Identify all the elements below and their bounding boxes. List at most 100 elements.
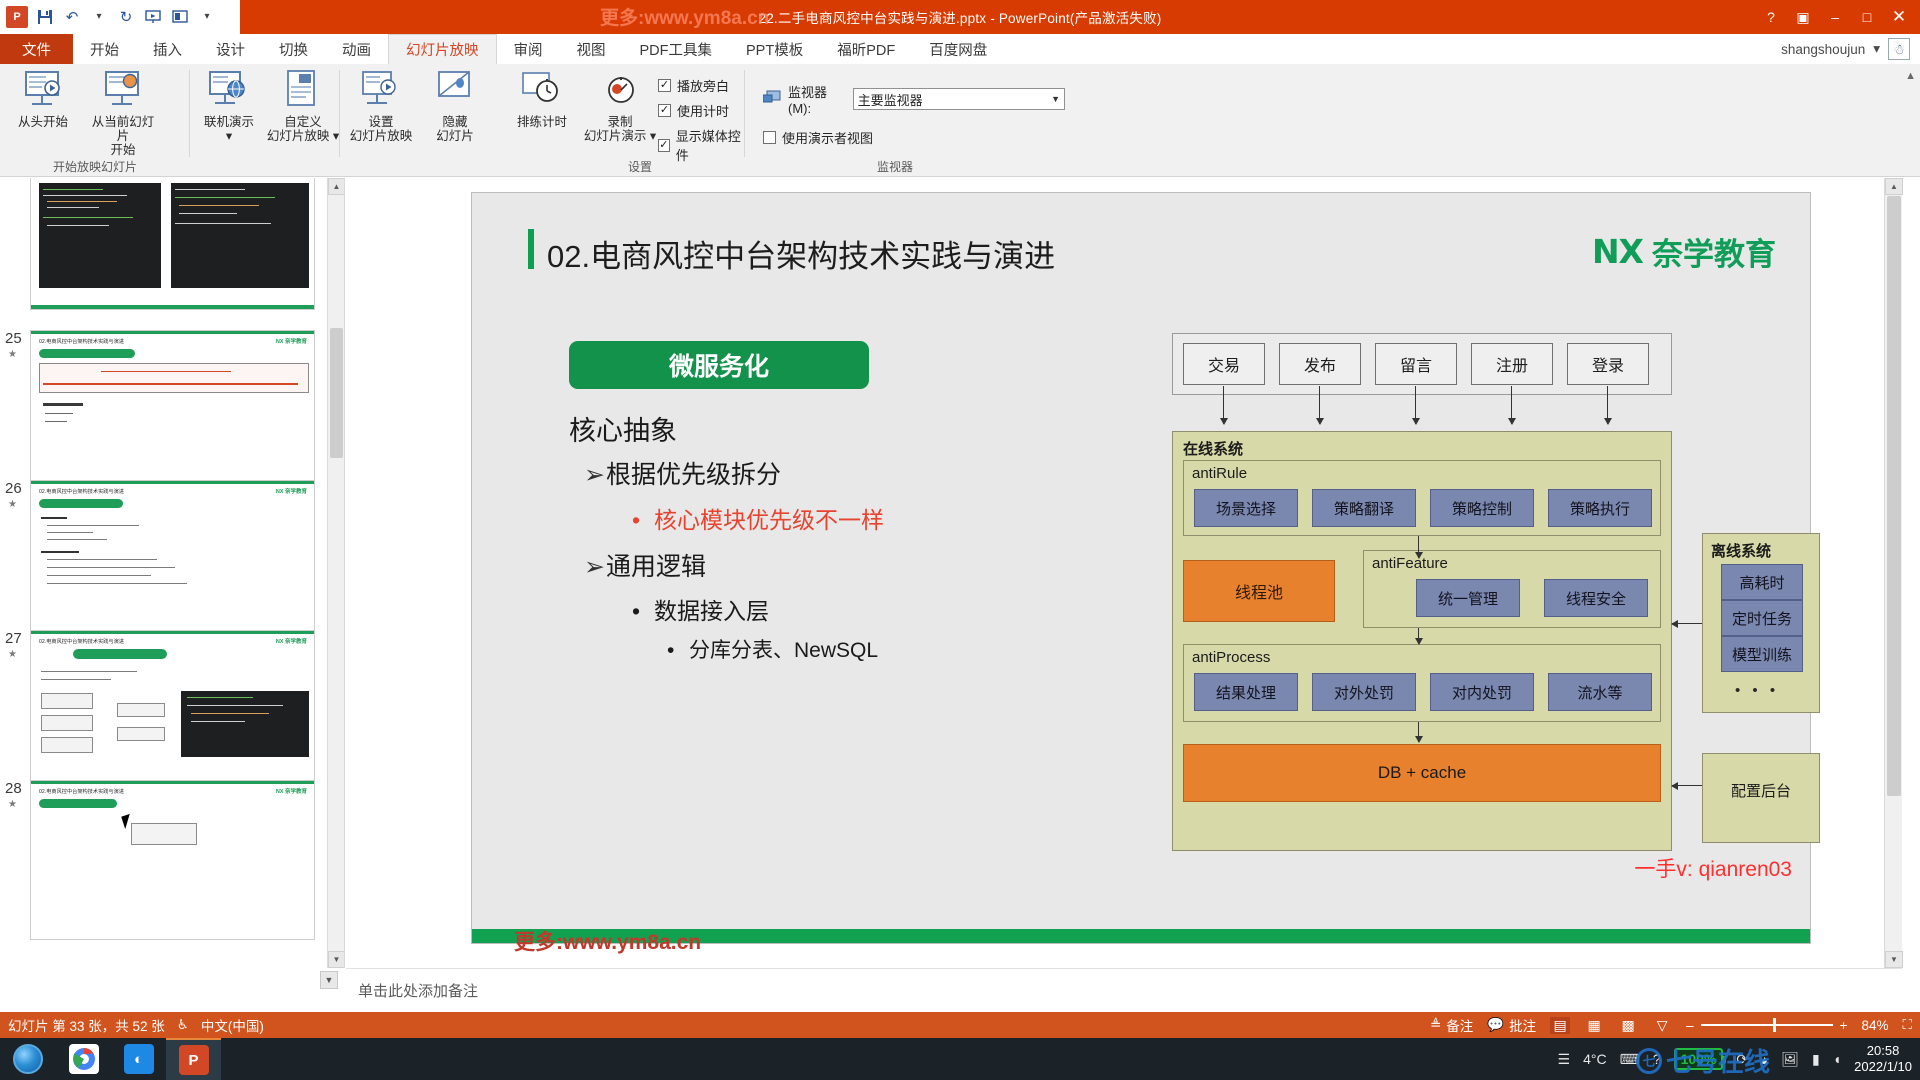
scrollbar-thumb[interactable]: [330, 328, 343, 458]
slide-thumbnail[interactable]: 02.电商风控中台架构技术实践与演进 NX 奈学教育: [30, 630, 315, 790]
close-button[interactable]: ✕: [1884, 4, 1914, 30]
slide-thumbnail[interactable]: 02.电商风控中台架构技术实践与演进 NX 奈学教育: [30, 480, 315, 640]
list-item[interactable]: 24 ★ 02.电商风控中台架构技术实践与演进 NX 奈学教育: [30, 178, 315, 310]
zoom-out-button[interactable]: –: [1686, 1018, 1694, 1033]
slide-thumbnail[interactable]: 02.电商风控中台架构技术实践与演进 NX 奈学教育: [30, 780, 315, 940]
mini-code-line: [43, 217, 133, 218]
ribbon-tabs[interactable]: 文件 开始 插入 设计 切换 动画 幻灯片放映 审阅 视图 PDF工具集 PPT…: [0, 34, 1920, 64]
zoom-track[interactable]: [1701, 1024, 1833, 1026]
start-button[interactable]: [0, 1038, 56, 1080]
setup-slideshow-button[interactable]: 设置 幻灯片放映: [344, 69, 418, 143]
fit-to-window-button[interactable]: ⛶: [1903, 1017, 1912, 1033]
redo-icon[interactable]: ↻: [116, 7, 136, 27]
list-item[interactable]: 27 ★ 02.电商风控中台架构技术实践与演进 NX 奈学教育: [30, 630, 315, 790]
ribbon-display-options-icon[interactable]: ▣: [1788, 4, 1818, 30]
config-backend-box: 配置后台: [1702, 753, 1820, 843]
user-dropdown-icon[interactable]: ▾: [1873, 41, 1880, 57]
notes-collapse-button[interactable]: ▼: [320, 971, 338, 989]
start-from-beginning-button[interactable]: 从头开始: [6, 69, 80, 129]
tab-animations[interactable]: 动画: [325, 34, 388, 64]
arrow-down: [1418, 722, 1419, 742]
network-icon[interactable]: ▮: [1812, 1051, 1820, 1068]
undo-icon[interactable]: ↶: [62, 7, 82, 27]
taskbar-item-powerpoint[interactable]: P: [166, 1038, 221, 1080]
tab-foxit-pdf[interactable]: 福昕PDF: [820, 34, 912, 64]
slide-thumbnail[interactable]: 02.电商风控中台架构技术实践与演进 NX 奈学教育: [30, 330, 315, 490]
clock[interactable]: 20:58 2022/1/10: [1854, 1043, 1912, 1076]
present-online-button[interactable]: 联机演示 ▾: [192, 69, 266, 143]
slide-canvas[interactable]: 02.电商风控中台架构技术实践与演进 NX 奈学教育 微服务化 核心抽象 ➢根据…: [471, 192, 1811, 944]
slide-thumbnail[interactable]: 02.电商风控中台架构技术实践与演进 NX 奈学教育: [30, 178, 315, 310]
volume-icon[interactable]: ◖: [1833, 1051, 1841, 1067]
hide-slide-button[interactable]: 隐藏 幻灯片: [418, 69, 492, 143]
thumbnail-scrollbar[interactable]: ▲ ▼: [327, 178, 344, 968]
collapse-ribbon-icon[interactable]: ▲: [1905, 70, 1916, 82]
stage-scrollbar[interactable]: ▲ ▼: [1884, 178, 1902, 968]
zoom-in-button[interactable]: +: [1840, 1018, 1848, 1033]
checkbox-use-timings[interactable]: ✓ 使用计时: [658, 101, 745, 120]
save-icon[interactable]: [35, 7, 55, 27]
record-slideshow-button[interactable]: 录制 幻灯片演示 ▾: [583, 69, 657, 143]
undo-dropdown-icon[interactable]: ▾: [89, 7, 109, 27]
checkbox-box[interactable]: ✓: [658, 139, 670, 152]
scroll-up-arrow-icon[interactable]: ▲: [1885, 178, 1903, 195]
minimize-button[interactable]: –: [1820, 4, 1850, 30]
rehearse-timings-button[interactable]: 排练计时: [505, 69, 579, 129]
list-item[interactable]: 28 ★ 02.电商风控中台架构技术实践与演进 NX 奈学教育: [30, 780, 315, 940]
taskbar-item-chrome[interactable]: [56, 1038, 111, 1080]
scroll-down-arrow-icon[interactable]: ▼: [1885, 951, 1903, 968]
checkbox-presenter-view[interactable]: 使用演示者视图: [763, 128, 1065, 147]
slide-sorter-view-button[interactable]: ▦: [1584, 1017, 1604, 1034]
accessibility-icon[interactable]: ♿: [177, 1017, 189, 1033]
tab-pdf-tools[interactable]: PDF工具集: [623, 34, 730, 64]
normal-view-button[interactable]: ▤: [1550, 1017, 1570, 1034]
notes-button[interactable]: ≜ 备注: [1430, 1015, 1473, 1035]
custom-slideshow-button[interactable]: 自定义 幻灯片放映 ▾: [266, 69, 340, 143]
tab-baidu-netdisk[interactable]: 百度网盘: [912, 34, 1004, 64]
taskbar-item-app-blue[interactable]: ◐: [111, 1038, 166, 1080]
list-item[interactable]: 25 ★ 02.电商风控中台架构技术实践与演进 NX 奈学教育: [30, 330, 315, 490]
start-presentation-icon[interactable]: [143, 7, 163, 27]
language-indicator[interactable]: 中文(中国): [201, 1015, 264, 1035]
user-account[interactable]: shangshoujun ▾ ☃: [1781, 34, 1910, 64]
window-controls[interactable]: ? ▣ – □ ✕: [1756, 0, 1920, 34]
checkbox-box[interactable]: ✓: [658, 79, 671, 92]
checkbox-box[interactable]: [763, 131, 776, 144]
checkbox-box[interactable]: ✓: [658, 104, 671, 117]
custom-slideshow-icon: [280, 69, 326, 113]
tab-insert[interactable]: 插入: [136, 34, 199, 64]
tab-transitions[interactable]: 切换: [262, 34, 325, 64]
tab-review[interactable]: 审阅: [497, 34, 560, 64]
chevron-down-icon[interactable]: ▼: [1051, 94, 1060, 104]
checkbox-play-narrations[interactable]: ✓ 播放旁白: [658, 76, 745, 95]
custom-view-icon[interactable]: [170, 7, 190, 27]
tab-file[interactable]: 文件: [0, 34, 73, 64]
reading-view-button[interactable]: ▩: [1618, 1017, 1638, 1034]
comments-button[interactable]: 💬 批注: [1487, 1015, 1536, 1035]
tab-design[interactable]: 设计: [199, 34, 262, 64]
tab-view[interactable]: 视图: [560, 34, 623, 64]
scroll-up-arrow-icon[interactable]: ▲: [328, 178, 345, 195]
slideshow-checkbox-group: ✓ 播放旁白 ✓ 使用计时 ✓ 显示媒体控件: [658, 76, 745, 170]
list-item[interactable]: 26 ★ 02.电商风控中台架构技术实践与演进 NX 奈学教育: [30, 480, 315, 640]
zoom-slider[interactable]: – +: [1686, 1018, 1847, 1033]
quick-access-toolbar[interactable]: P ↶ ▾ ↻ ▾: [0, 0, 240, 34]
help-icon[interactable]: ?: [1756, 4, 1786, 30]
zoom-knob[interactable]: [1773, 1018, 1776, 1032]
scrollbar-thumb[interactable]: [1887, 196, 1901, 796]
tab-home[interactable]: 开始: [73, 34, 136, 64]
customize-qat-dropdown-icon[interactable]: ▾: [197, 7, 217, 27]
scroll-down-arrow-icon[interactable]: ▼: [328, 951, 345, 968]
tab-slideshow[interactable]: 幻灯片放映: [388, 34, 497, 64]
maximize-button[interactable]: □: [1852, 4, 1882, 30]
section-banner: 微服务化: [569, 341, 869, 389]
slideshow-view-button[interactable]: ▽: [1652, 1017, 1672, 1034]
photos-icon[interactable]: 🖼: [1781, 1051, 1799, 1068]
weather-menu-icon[interactable]: ☰: [1558, 1051, 1571, 1068]
avatar[interactable]: ☃: [1888, 38, 1910, 60]
notes-pane[interactable]: 单击此处添加备注: [346, 968, 1902, 1012]
slide-thumbnail-pane[interactable]: 24 ★ 02.电商风控中台架构技术实践与演进 NX 奈学教育: [0, 178, 345, 968]
tab-ppt-templates[interactable]: PPT模板: [729, 34, 820, 64]
monitor-select[interactable]: 主要监视器 ▼: [853, 88, 1065, 110]
start-from-current-button[interactable]: 从当前幻灯片 开始: [86, 69, 160, 157]
